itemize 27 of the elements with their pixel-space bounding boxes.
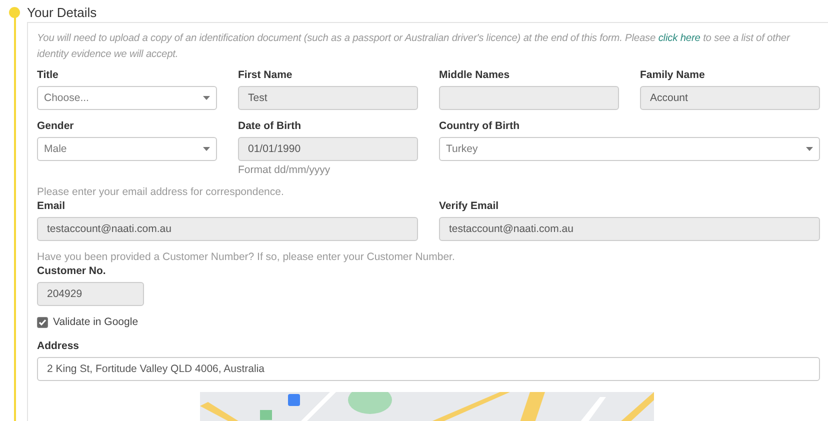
step-dot <box>9 7 20 18</box>
caret-icon <box>203 147 210 151</box>
select-field[interactable]: Male <box>37 137 217 161</box>
format-hint: Format dd/mm/yyyy <box>238 164 332 176</box>
field-label: First Name <box>238 69 294 81</box>
select-field[interactable]: Choose... <box>37 86 217 110</box>
field-label: Gender <box>37 120 75 132</box>
field-label: Middle Names <box>439 69 511 81</box>
field-label: Customer No. <box>37 265 107 277</box>
customer-hint: Have you been provided a Customer Number? If so, please enter your Customer Number. <box>37 251 456 263</box>
click-here-link[interactable]: click here <box>658 33 700 44</box>
field-label: Country of Birth <box>439 120 520 132</box>
field-label: Family Name <box>640 69 706 81</box>
checkbox-label: Validate in Google <box>53 316 138 328</box>
caret-icon <box>806 147 813 151</box>
field-label: Verify Email <box>439 200 500 212</box>
checkbox[interactable] <box>37 316 48 328</box>
section-title: Your Details <box>27 4 98 22</box>
field-label: Email <box>37 200 66 212</box>
intro-text: You will need to upload a copy of an identification document (such as a passport or Australian driver's licence) at the end of this form. Please click here to see a list of other identity evidence we will accept. <box>37 32 792 62</box>
field-label: Date of Birth <box>238 120 302 132</box>
email-hint: Please enter your email address for correspondence. <box>37 186 285 198</box>
caret-icon <box>203 96 210 100</box>
address-field[interactable]: 2 King St, Fortitude Valley QLD 4006, Australia <box>37 357 820 381</box>
field-label: Title <box>37 69 60 81</box>
field-label: Address <box>37 340 80 352</box>
select-field[interactable]: Turkey <box>439 137 820 161</box>
